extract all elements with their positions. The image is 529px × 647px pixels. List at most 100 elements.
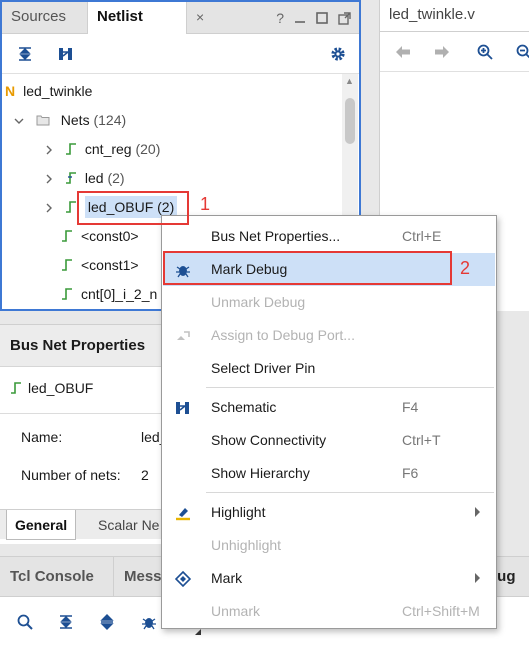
menu-item-bus-net-properties[interactable]: Bus Net Properties... Ctrl+E [163, 220, 495, 253]
search-button[interactable] [14, 611, 36, 633]
editor-tab-label: led_twinkle.v [389, 6, 475, 23]
menu-item-label: Bus Net Properties... [211, 228, 341, 244]
bug-icon [142, 618, 156, 630]
search-icon [17, 614, 33, 630]
annotation-number-1: 1 [200, 194, 211, 214]
tree-nets-folder[interactable]: Nets (124) [14, 107, 126, 133]
menu-item-label: Unmark [211, 603, 261, 619]
schematic-button[interactable] [55, 43, 77, 65]
tree-item-cnt-reg[interactable]: cnt_reg (20) [44, 136, 160, 162]
netlist-tabbar: Sources Netlist × ? [2, 2, 359, 35]
number-of-nets-value: 2 [141, 467, 149, 483]
menu-item-shortcut: Ctrl+E [402, 228, 442, 244]
name-label: Name: [21, 429, 63, 445]
tab-general[interactable]: General [6, 510, 77, 540]
menu-item-label: Assign to Debug Port... [211, 327, 355, 343]
net-icon [62, 259, 72, 271]
menu-item-label: Mark [211, 570, 243, 586]
tree-item-label: cnt_reg [84, 141, 132, 157]
menu-item-schematic[interactable]: Schematic F4 [163, 391, 495, 424]
tree-item-cnt0-i2[interactable]: cnt[0]_i_2_n [61, 281, 157, 307]
tab-sources-label: Sources [11, 8, 67, 25]
tab-netlist[interactable]: Netlist × [87, 2, 204, 35]
props-net-row: led_OBUF [10, 377, 93, 399]
scroll-up-icon[interactable]: ▲ [345, 76, 354, 86]
chevron-right-icon[interactable] [44, 174, 54, 184]
zoom-out-button[interactable] [513, 41, 529, 63]
collapse-icon [60, 615, 72, 629]
back-icon [396, 46, 410, 58]
collapse-all-button[interactable] [14, 43, 36, 65]
tab-led-twinkle-v[interactable]: led_twinkle.v [380, 0, 484, 32]
tab-netlist-label: Netlist [97, 8, 143, 25]
resize-grip-icon [195, 629, 201, 635]
menu-item-select-driver-pin[interactable]: Select Driver Pin [163, 352, 495, 385]
number-of-nets-label: Number of nets: [21, 467, 121, 483]
netlist-toolbar [2, 34, 359, 74]
tree-item-const0[interactable]: <const0> [61, 223, 139, 249]
menu-item-shortcut: F4 [402, 399, 419, 415]
expand-button[interactable] [96, 611, 118, 633]
bus-net-icon [11, 382, 21, 394]
net-icon [62, 230, 72, 242]
highlight-icon [176, 508, 190, 521]
tab-scalar-nets[interactable]: Scalar Ne [90, 510, 167, 540]
menu-item-label: Highlight [211, 504, 266, 520]
menu-item-assign-to-debug-port[interactable]: Assign to Debug Port... [163, 319, 495, 352]
chevron-down-icon[interactable] [14, 116, 24, 126]
tree-item-led[interactable]: led (2) [44, 165, 125, 191]
collapse-button[interactable] [55, 611, 77, 633]
tab-sources[interactable]: Sources [2, 2, 75, 34]
settings-button[interactable] [327, 43, 349, 65]
tab-tcl-console[interactable]: Tcl Console [0, 557, 104, 597]
chevron-right-icon[interactable] [44, 203, 54, 213]
forward-button[interactable] [431, 41, 453, 63]
maximize-icon[interactable] [316, 12, 328, 24]
schematic-icon [176, 402, 189, 414]
float-icon[interactable] [338, 11, 351, 25]
help-icon[interactable]: ? [276, 10, 284, 26]
tree-item-label: <const0> [81, 228, 139, 244]
zoom-in-icon [477, 44, 493, 60]
menu-item-unmark[interactable]: Unmark Ctrl+Shift+M [163, 595, 495, 628]
bus-net-icon [65, 201, 76, 213]
menu-separator [206, 492, 494, 493]
tree-item-label: <const1> [81, 257, 139, 273]
collapse-all-icon [19, 47, 31, 61]
tree-item-const1[interactable]: <const1> [61, 252, 139, 278]
menu-item-mark[interactable]: Mark [163, 562, 495, 595]
debug-button[interactable] [138, 611, 160, 633]
props-net-name: led_OBUF [28, 380, 94, 396]
net-icon [62, 288, 72, 300]
menu-item-show-hierarchy[interactable]: Show Hierarchy F6 [163, 457, 495, 490]
scroll-thumb[interactable] [345, 98, 355, 144]
menu-item-show-connectivity[interactable]: Show Connectivity Ctrl+T [163, 424, 495, 457]
schematic-icon [59, 48, 72, 60]
close-icon[interactable]: × [196, 2, 204, 32]
bus-net-icon [65, 143, 76, 155]
annotation-box-2 [163, 251, 452, 285]
tree-item-label: cnt[0]_i_2_n [81, 286, 158, 302]
annotation-number-2: 2 [460, 258, 471, 278]
menu-item-shortcut: F6 [402, 465, 419, 481]
submenu-arrow-icon [475, 507, 480, 517]
chevron-right-icon[interactable] [44, 145, 54, 155]
tree-root[interactable]: Nled_twinkle [5, 78, 92, 104]
bus-net-icon [65, 172, 76, 184]
tree-item-count: (20) [135, 141, 161, 157]
back-button[interactable] [392, 41, 414, 63]
submenu-arrow-icon [475, 573, 480, 583]
tree-item-count: (2) [107, 170, 125, 186]
nets-count: (124) [93, 112, 127, 128]
menu-item-label: Show Connectivity [211, 432, 327, 448]
menu-item-unhighlight[interactable]: Unhighlight [163, 529, 495, 562]
minimize-icon[interactable] [294, 12, 306, 24]
menu-item-shortcut: Ctrl+Shift+M [402, 603, 480, 619]
zoom-in-button[interactable] [474, 41, 496, 63]
menu-item-label: Schematic [211, 399, 277, 415]
annotation-box-1 [77, 191, 189, 225]
editor-tabbar: led_twinkle.v [380, 0, 529, 32]
forward-icon [435, 46, 449, 58]
menu-item-highlight[interactable]: Highlight [163, 496, 495, 529]
menu-item-unmark-debug[interactable]: Unmark Debug [163, 286, 495, 319]
